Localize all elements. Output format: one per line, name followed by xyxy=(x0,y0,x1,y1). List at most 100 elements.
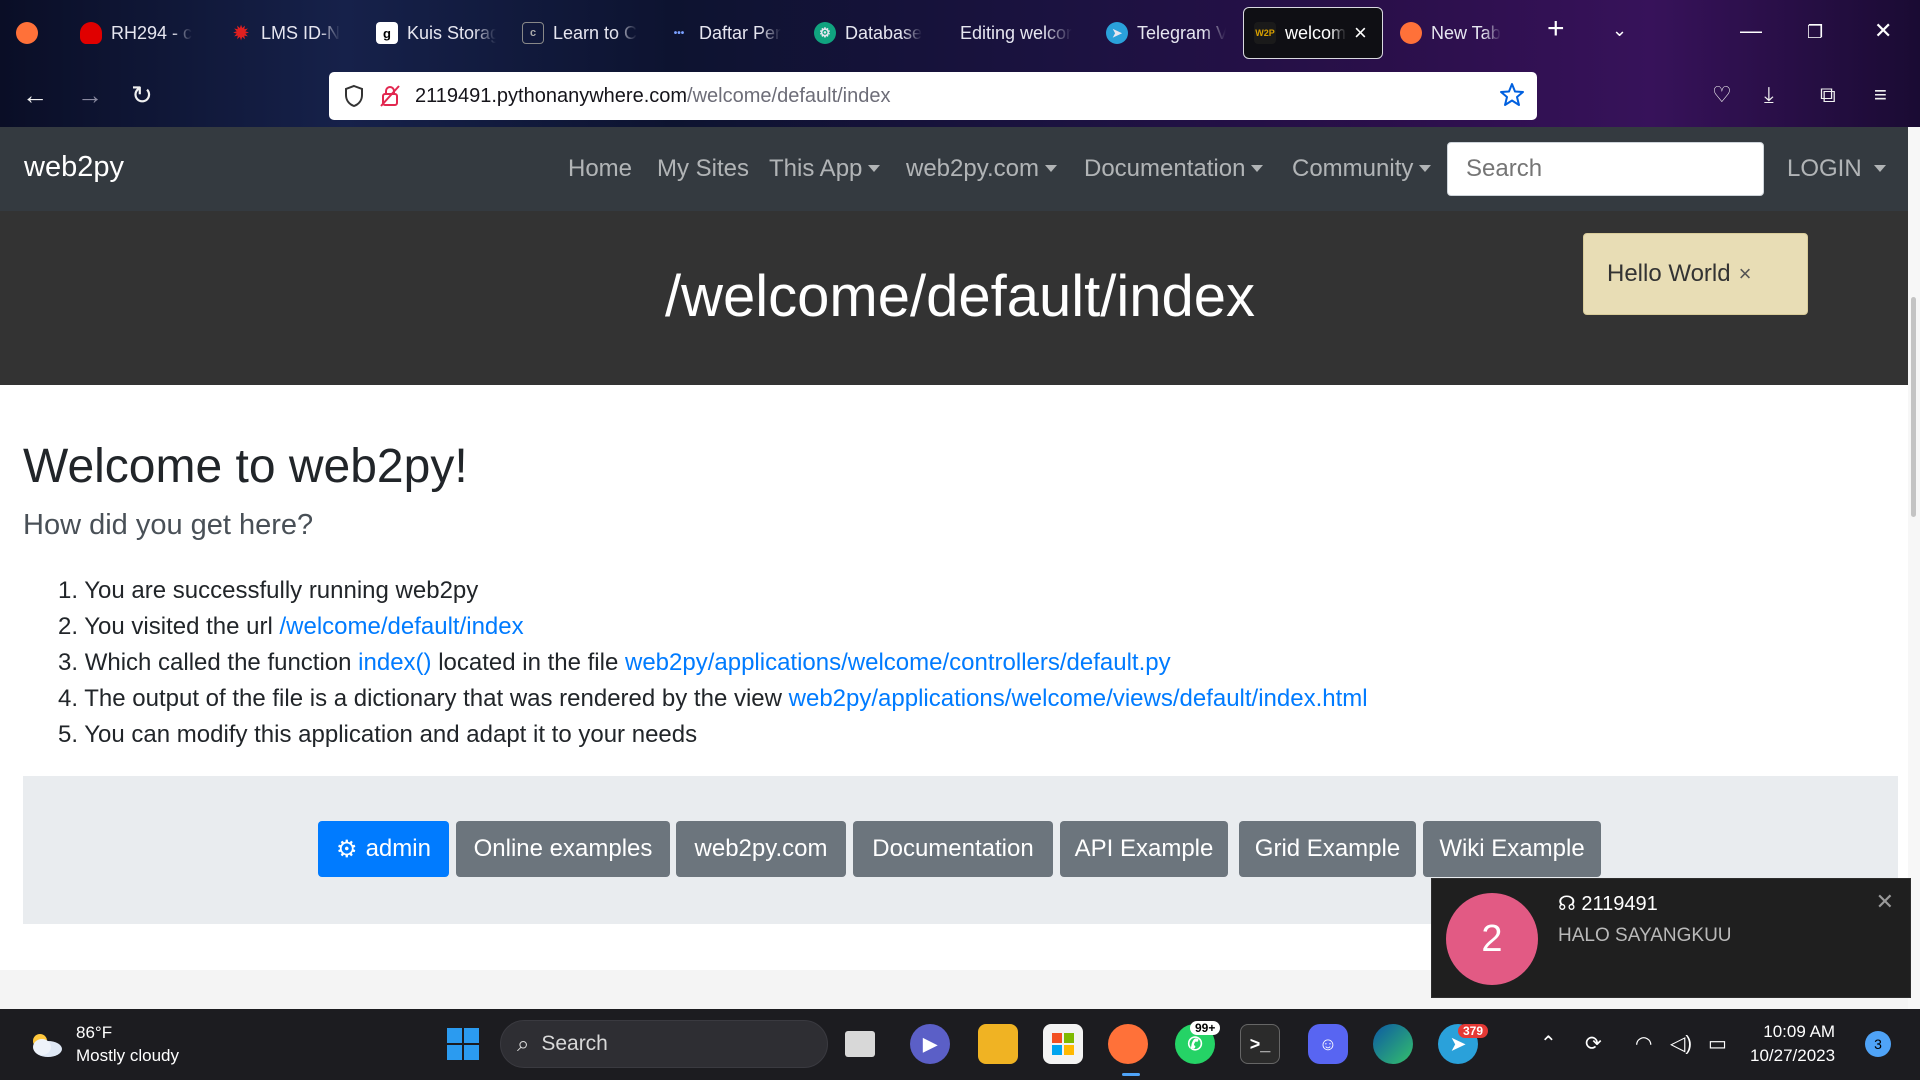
shield-icon[interactable] xyxy=(343,84,365,108)
caret-down-icon xyxy=(1251,165,1264,172)
lead-text: How did you get here? xyxy=(23,509,314,541)
scrollbar-thumb[interactable] xyxy=(1911,297,1916,517)
tab-kuis[interactable]: g Kuis Storag xyxy=(376,7,496,59)
tab-database[interactable]: ⚙ Database xyxy=(814,7,934,59)
clock[interactable]: 10:09 AM 10/27/2023 xyxy=(1750,1020,1835,1068)
firefox-taskbar-icon[interactable] xyxy=(1108,1024,1148,1064)
controller-file-link[interactable]: web2py/applications/welcome/controllers/… xyxy=(625,649,1171,676)
notification-center-badge[interactable]: 3 xyxy=(1865,1031,1891,1057)
view-file-link[interactable]: web2py/applications/welcome/views/defaul… xyxy=(789,685,1368,712)
browser-chrome: RH294 - c ✹ LMS ID-N g Kuis Storag c Lea… xyxy=(0,0,1920,127)
close-icon[interactable]: ✕ xyxy=(1876,889,1894,915)
telegram-icon: ➤ xyxy=(1106,22,1128,44)
download-icon[interactable]: ⤓ xyxy=(1764,82,1774,108)
show-hidden-icons[interactable]: ⌃ xyxy=(1540,1031,1557,1056)
page-scrollbar[interactable] xyxy=(1908,127,1920,1009)
caret-down-icon xyxy=(868,165,881,172)
search-input[interactable] xyxy=(1447,142,1764,196)
task-view-icon[interactable] xyxy=(845,1031,875,1057)
url-text: 2119491.pythonanywhere.com/welcome/defau… xyxy=(415,84,891,107)
tab-daftar[interactable]: ••• Daftar Per xyxy=(668,7,788,59)
weather-condition: Mostly cloudy xyxy=(76,1046,179,1065)
address-bar[interactable]: 2119491.pythonanywhere.com/welcome/defau… xyxy=(329,72,1537,120)
forward-icon[interactable]: → xyxy=(77,80,103,111)
tab-lms[interactable]: ✹ LMS ID-N xyxy=(230,7,350,59)
notification-sender: ☊ 2119491 xyxy=(1558,893,1658,915)
windows-taskbar: 86°F Mostly cloudy ⌕ Search ▶ ✆ 99+ >_ ☺ … xyxy=(0,1009,1920,1080)
nav-community[interactable]: Community xyxy=(1292,155,1432,183)
tab-telegram[interactable]: ➤ Telegram V xyxy=(1106,7,1226,59)
list-item: 5. You can modify this application and a… xyxy=(58,721,698,748)
tab-close-icon[interactable]: × xyxy=(1354,20,1367,46)
online-examples-button[interactable]: Online examples xyxy=(456,821,670,877)
restore-icon[interactable]: ❐ xyxy=(1807,22,1823,43)
new-tab-icon[interactable]: + xyxy=(1547,14,1565,44)
login-dropdown[interactable]: LOGIN xyxy=(1787,155,1886,183)
grid-example-button[interactable]: Grid Example xyxy=(1239,821,1416,877)
redhat-icon xyxy=(80,22,102,44)
function-link[interactable]: index() xyxy=(358,649,431,676)
wiki-example-button[interactable]: Wiki Example xyxy=(1423,821,1601,877)
windows-start-icon[interactable] xyxy=(443,1024,483,1064)
nav-web2py-com[interactable]: web2py.com xyxy=(906,155,1057,183)
dots-icon: ••• xyxy=(673,27,685,39)
extensions-icon[interactable]: ⧉ xyxy=(1820,82,1836,108)
store-icon[interactable] xyxy=(1043,1024,1083,1064)
tab-newtab[interactable]: New Tab xyxy=(1400,7,1520,59)
tab-welcome-active[interactable]: W2P welcom × xyxy=(1243,7,1383,59)
bookmark-star-icon[interactable] xyxy=(1499,82,1525,108)
tab-rh294[interactable]: RH294 - c xyxy=(80,7,200,59)
volume-icon[interactable]: ◁) xyxy=(1670,1031,1692,1056)
lms-icon: ✹ xyxy=(233,22,249,43)
url-link[interactable]: /welcome/default/index xyxy=(279,613,523,640)
insecure-lock-icon[interactable] xyxy=(379,84,401,108)
close-window-icon[interactable]: ✕ xyxy=(1874,18,1892,44)
pocket-icon[interactable]: ♡ xyxy=(1712,82,1732,108)
telegram-badge: 379 xyxy=(1458,1024,1489,1038)
edge-icon[interactable] xyxy=(1373,1024,1413,1064)
teams-chat-icon[interactable]: ▶ xyxy=(910,1024,950,1064)
weather-temp: 86°F xyxy=(76,1023,113,1042)
nav-home[interactable]: Home xyxy=(568,155,632,183)
flash-message[interactable]: Hello World × xyxy=(1583,233,1808,315)
reload-icon[interactable]: ↻ xyxy=(131,80,153,111)
weather-widget[interactable]: 86°F Mostly cloudy xyxy=(26,1021,179,1067)
site-navbar: web2py Home My Sites This App web2py.com… xyxy=(0,127,1920,211)
discord-icon[interactable]: ☺ xyxy=(1308,1024,1348,1064)
clock-date: 10/27/2023 xyxy=(1750,1046,1836,1065)
caret-down-icon xyxy=(1419,165,1432,172)
taskbar-search[interactable]: ⌕ Search xyxy=(500,1020,828,1068)
admin-button[interactable]: ⚙ admin xyxy=(318,821,449,877)
tab-editing[interactable]: Editing welcor xyxy=(960,7,1080,59)
wifi-icon[interactable]: ◠ xyxy=(1635,1031,1652,1056)
sync-icon[interactable]: ⟳ xyxy=(1585,1031,1602,1056)
chatgpt-icon: ⚙ xyxy=(814,22,836,44)
search-icon: ⌕ xyxy=(517,1031,530,1056)
hamburger-menu-icon[interactable]: ≡ xyxy=(1874,82,1887,108)
api-example-button[interactable]: API Example xyxy=(1060,821,1228,877)
nav-documentation[interactable]: Documentation xyxy=(1084,155,1264,183)
list-item: 1. You are successfully running web2py xyxy=(58,577,479,604)
minimize-icon[interactable]: — xyxy=(1740,18,1762,44)
terminal-icon[interactable]: >_ xyxy=(1240,1024,1280,1064)
firefox-menu-icon[interactable] xyxy=(16,7,47,59)
cloudy-weather-icon xyxy=(33,1034,62,1057)
tab-learn[interactable]: c Learn to C xyxy=(522,7,642,59)
nav-my-sites[interactable]: My Sites xyxy=(657,155,749,183)
list-all-tabs-icon[interactable]: ⌄ xyxy=(1612,20,1627,41)
caret-down-icon xyxy=(1873,165,1886,172)
caret-down-icon xyxy=(1044,165,1057,172)
documentation-button[interactable]: Documentation xyxy=(853,821,1053,877)
close-icon[interactable]: × xyxy=(1739,261,1752,287)
gear-icon: ⚙ xyxy=(336,835,358,863)
firefox-icon xyxy=(1400,22,1422,44)
tab-bar: RH294 - c ✹ LMS ID-N g Kuis Storag c Lea… xyxy=(0,0,1920,66)
back-icon[interactable]: ← xyxy=(22,80,48,111)
file-explorer-icon[interactable] xyxy=(978,1024,1018,1064)
whatsapp-badge: 99+ xyxy=(1190,1021,1221,1035)
battery-icon[interactable]: ▭ xyxy=(1708,1031,1727,1056)
web2py-com-button[interactable]: web2py.com xyxy=(676,821,846,877)
telegram-notification[interactable]: 2 ☊ 2119491 HALO SAYANGKUU ✕ xyxy=(1431,878,1911,998)
navbar-brand[interactable]: web2py xyxy=(24,151,124,184)
nav-this-app[interactable]: This App xyxy=(769,155,881,183)
